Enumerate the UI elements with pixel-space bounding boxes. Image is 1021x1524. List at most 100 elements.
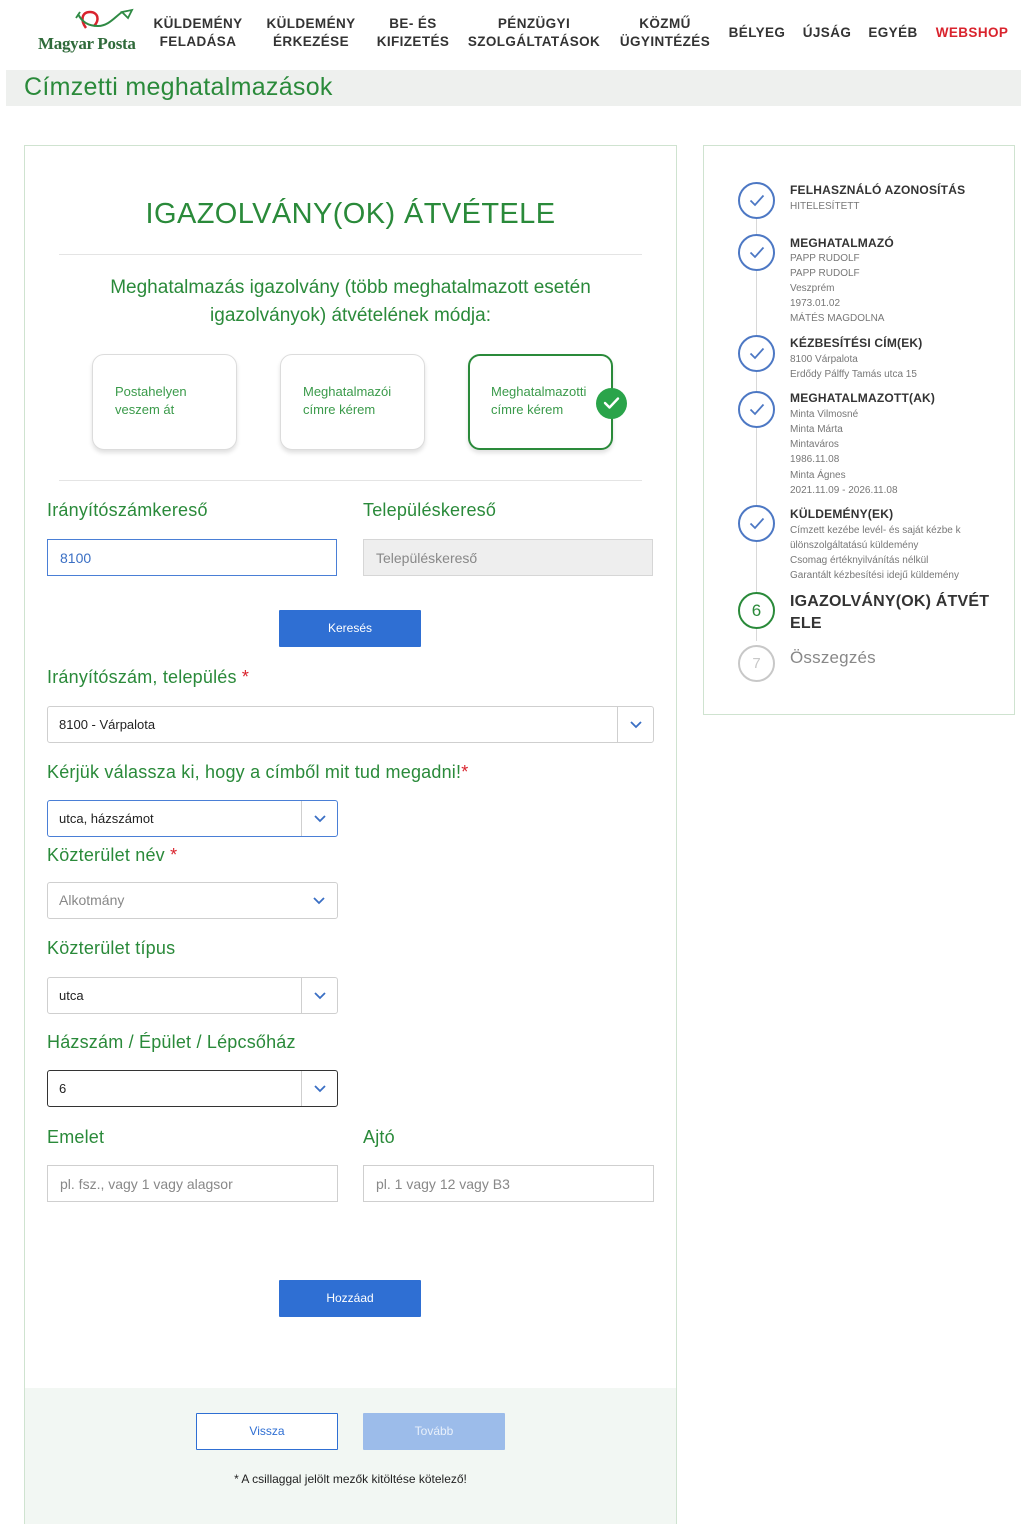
check-icon: [738, 234, 775, 271]
nav-webshop[interactable]: WEBSHOP: [932, 24, 1012, 42]
next-button[interactable]: Tovább: [363, 1413, 505, 1450]
option-postahelyen[interactable]: Postahelyen veszem át: [92, 354, 237, 450]
add-button[interactable]: Hozzáad: [279, 1280, 421, 1317]
nav-label: KÜLDEMÉNY FELADÁSA: [153, 16, 243, 49]
floor-input[interactable]: [47, 1165, 338, 1202]
address-choice-select[interactable]: utca, házszámot: [47, 800, 338, 837]
address-choice-label: Kérjük válassza ki, hogy a címből mit tu…: [47, 762, 468, 783]
zip-search-label: Irányítószámkereső: [47, 500, 208, 520]
search-button[interactable]: Keresés: [279, 610, 421, 647]
house-number-label: Házszám / Épület / Lépcsőház: [47, 1032, 296, 1052]
door-input[interactable]: [363, 1165, 654, 1202]
page-title-bar: Címzetti meghatalmazások: [6, 70, 1021, 106]
label-text: Irányítószám, település: [47, 667, 237, 687]
step-title: KÜLDEMÉNY(EK): [790, 507, 894, 521]
step-detail: Csomag értéknyilvánítás nélkül: [790, 555, 929, 566]
street-type-label: Közterület típus: [47, 938, 176, 958]
option-label: Postahelyen veszem át: [115, 384, 187, 417]
option-meghatalmazotti-cim[interactable]: Meghatalmazotti címre kérem: [468, 354, 627, 450]
step-detail: Garantált kézbesítési idejű küldemény: [790, 570, 959, 581]
step-title: MEGHATALMAZOTT(AK): [790, 391, 936, 405]
check-icon: [738, 391, 775, 428]
required-mark: *: [461, 762, 469, 782]
select-value: 8100 - Várpalota: [59, 717, 156, 732]
nav-be-es-kifizetes[interactable]: BE- ÉS KIFIZETÉS: [376, 15, 450, 51]
step-number-current: 6: [738, 592, 775, 629]
form-card: IGAZOLVÁNY(OK) ÁTVÉTELE Meghatalmazás ig…: [24, 145, 677, 1524]
step-detail: 1986.11.08: [790, 454, 840, 465]
nav-label: KÜLDEMÉNY ÉRKEZÉSE: [266, 16, 356, 49]
street-type-select[interactable]: utca: [47, 977, 338, 1014]
step-detail: 8100 Várpalota: [790, 354, 858, 365]
nav-label: BE- ÉS KIFIZETÉS: [376, 16, 450, 49]
required-mark: *: [241, 667, 250, 687]
required-mark: *: [170, 845, 178, 865]
city-search-input[interactable]: [363, 539, 653, 576]
nav-kozmu-ugyintezes[interactable]: KÖZMŰ ÜGYINTÉZÉS: [618, 15, 712, 51]
select-value: utca, házszámot: [59, 811, 154, 826]
label-text: Közterület név: [47, 845, 165, 865]
checkmark-icon: [596, 388, 627, 419]
nav-egyeb[interactable]: EGYÉB: [866, 24, 920, 42]
zip-city-label: Irányítószám, település *: [47, 667, 249, 688]
nav-kuldemeny-erkezese[interactable]: KÜLDEMÉNY ÉRKEZÉSE: [264, 15, 358, 51]
nav-belyeg[interactable]: BÉLYEG: [728, 24, 786, 42]
step-title-future: Összegzés: [790, 648, 876, 667]
step-title: MEGHATALMAZÓ: [790, 236, 894, 250]
nav-label: PÉNZÜGYI SZOLGÁLTATÁSOK: [467, 16, 601, 49]
required-note: * A csillaggal jelölt mezők kitöltése kö…: [234, 1472, 467, 1486]
step-title: KÉZBESÍTÉSI CÍM(EK): [790, 336, 923, 350]
city-search-label: Településkereső: [363, 500, 497, 520]
street-name-label: Közterület név *: [47, 845, 177, 866]
step-detail: PAPP RUDOLF: [790, 253, 860, 264]
posthorn-logo-icon: [75, 8, 134, 29]
page-title: Címzetti meghatalmazások: [24, 73, 333, 101]
nav-label: KÖZMŰ ÜGYINTÉZÉS: [619, 16, 711, 49]
nav-kuldemeny-feladasa[interactable]: KÜLDEMÉNY FELADÁSA: [152, 15, 244, 51]
form-heading: IGAZOLVÁNY(OK) ÁTVÉTELE: [145, 198, 556, 230]
option-meghatalmazoi-cim[interactable]: Meghatalmazói címre kérem: [280, 354, 425, 450]
step-detail: 1973.01.02: [790, 298, 841, 309]
house-number-select[interactable]: 6: [47, 1070, 338, 1107]
nav-penzugyi-szolgaltatasok[interactable]: PÉNZÜGYI SZOLGÁLTATÁSOK: [466, 15, 602, 51]
step-detail: 2021.11.09 - 2026.11.08: [790, 485, 898, 496]
step-title: FELHASZNÁLÓ AZONOSÍTÁS: [790, 183, 966, 197]
chevron-down-icon: [617, 707, 653, 742]
step-detail: ülönszolgáltatású küldemény: [790, 540, 919, 551]
step-detail: Minta Márta: [790, 424, 843, 435]
door-label: Ajtó: [363, 1127, 395, 1147]
nav-ujsag[interactable]: ÚJSÁG: [800, 24, 854, 42]
step-detail: Veszprém: [790, 283, 835, 294]
chevron-down-icon: [301, 1071, 337, 1106]
top-navigation: Magyar Posta KÜLDEMÉNY FELADÁSA KÜLDEMÉN…: [0, 0, 1021, 70]
zip-search-input[interactable]: [47, 539, 337, 576]
check-icon: [738, 505, 775, 542]
step-detail: Címzett kezébe levél- és saját kézbe k: [790, 525, 961, 536]
step-detail: Erdődy Pálffy Tamás utca 15: [790, 369, 917, 380]
select-value: utca: [59, 988, 84, 1003]
select-value: 6: [59, 1081, 67, 1096]
step-detail: Minta Ágnes: [790, 470, 846, 481]
option-label: Meghatalmazói címre kérem: [303, 384, 392, 417]
chevron-down-icon: [301, 883, 337, 918]
step-detail: Minta Vilmosné: [790, 409, 859, 420]
divider: [59, 480, 642, 481]
check-icon: [738, 335, 775, 372]
back-button[interactable]: Vissza: [196, 1413, 338, 1450]
zip-city-select[interactable]: 8100 - Várpalota: [47, 706, 654, 743]
floor-label: Emelet: [47, 1127, 105, 1147]
step-detail: MÁTÉS MAGDOLNA: [790, 313, 885, 324]
progress-sidebar: FELHASZNÁLÓ AZONOSÍTÁS HITELESÍTETT MEGH…: [703, 145, 1015, 715]
form-subtitle: Meghatalmazás igazolvány (több meghatalm…: [110, 277, 591, 326]
divider: [59, 254, 642, 255]
magyar-posta-logo[interactable]: Magyar Posta: [36, 8, 136, 58]
option-label: Meghatalmazotti címre kérem: [491, 384, 587, 417]
chevron-down-icon: [301, 801, 337, 836]
check-icon: [738, 182, 775, 219]
chevron-down-icon: [301, 978, 337, 1013]
street-name-select[interactable]: Alkotmány: [47, 882, 338, 919]
step-detail: PAPP RUDOLF: [790, 268, 860, 279]
step-number-future: 7: [738, 645, 775, 682]
step-detail: Mintaváros: [790, 439, 839, 450]
label-text: Kérjük válassza ki, hogy a címből mit tu…: [47, 762, 462, 782]
